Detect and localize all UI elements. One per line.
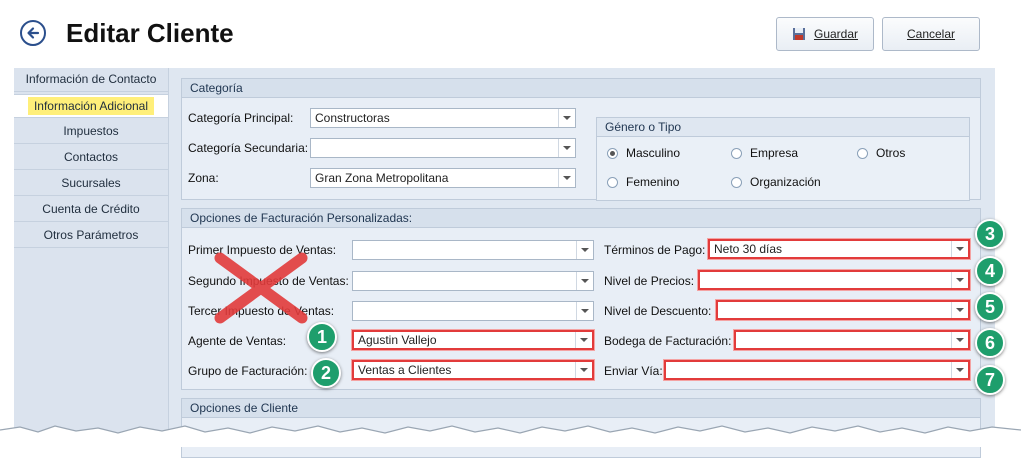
price-level-label: Nivel de Precios: — [604, 274, 695, 288]
callout-badge-6: 6 — [975, 328, 1005, 358]
billing-warehouse-label: Bodega de Facturación: — [604, 334, 732, 348]
chevron-down-icon[interactable] — [951, 302, 968, 318]
radio-icon — [857, 147, 868, 159]
payment-terms-select[interactable]: Neto 30 días — [708, 239, 970, 259]
chevron-down-icon[interactable] — [576, 241, 593, 259]
first-tax-label: Primer Impuesto de Ventas: — [188, 243, 337, 257]
sidebar-item-taxes[interactable]: Impuestos — [14, 120, 168, 144]
sidebar-item-branches[interactable]: Sucursales — [14, 172, 168, 196]
save-button[interactable]: Guardar — [776, 17, 874, 51]
second-tax-label: Segundo Impuesto de Ventas: — [188, 274, 349, 288]
radio-label: Organización — [750, 175, 821, 189]
main-category-select[interactable]: Constructoras — [310, 108, 576, 128]
sidebar: Información de Contacto Información Adic… — [14, 68, 168, 447]
main-category-label: Categoría Principal: — [188, 111, 294, 125]
main-category-value: Constructoras — [315, 111, 390, 125]
chevron-down-icon[interactable] — [951, 241, 968, 257]
radio-icon — [607, 176, 618, 188]
callout-badge-5: 5 — [975, 292, 1005, 322]
zone-label: Zona: — [188, 171, 219, 185]
billing-group-label: Grupo de Facturación: — [188, 364, 308, 378]
sales-agent-label: Agente de Ventas: — [188, 334, 287, 348]
sidebar-item-additional-info[interactable]: Información Adicional — [14, 94, 168, 118]
secondary-category-label: Categoría Secundaria: — [188, 141, 309, 155]
callout-badge-2: 2 — [311, 358, 341, 388]
callout-badge-7: 7 — [975, 365, 1005, 395]
radio-icon — [731, 147, 742, 159]
back-button[interactable] — [20, 20, 46, 46]
radio-organizacion[interactable]: Organización — [731, 175, 821, 189]
price-level-select[interactable] — [698, 270, 970, 290]
secondary-category-select[interactable] — [310, 138, 576, 158]
billing-options-heading: Opciones de Facturación Personalizadas: — [182, 209, 980, 228]
chevron-down-icon[interactable] — [558, 139, 575, 157]
chevron-down-icon[interactable] — [951, 362, 968, 378]
billing-options-group: Opciones de Facturación Personalizadas: … — [181, 208, 981, 390]
edit-client-window: Editar Cliente Guardar Cancelar Informac… — [0, 0, 1010, 458]
radio-masculino[interactable]: Masculino — [607, 146, 680, 160]
third-tax-select[interactable] — [352, 301, 594, 321]
chevron-down-icon[interactable] — [558, 109, 575, 127]
sidebar-item-other-params[interactable]: Otros Parámetros — [14, 224, 168, 248]
category-group: Categoría Categoría Principal: Construct… — [181, 78, 981, 201]
radio-label: Otros — [876, 146, 906, 160]
payment-terms-value: Neto 30 días — [714, 242, 783, 256]
arrow-left-icon — [27, 27, 40, 39]
gender-type-heading: Género o Tipo — [597, 118, 969, 137]
ship-via-select[interactable] — [664, 360, 970, 380]
third-tax-label: Tercer Impuesto de Ventas: — [188, 304, 335, 318]
callout-badge-3: 3 — [975, 219, 1005, 249]
discount-level-select[interactable] — [716, 300, 970, 320]
payment-terms-label: Términos de Pago: — [604, 243, 706, 257]
chevron-down-icon[interactable] — [951, 332, 968, 348]
zone-select[interactable]: Gran Zona Metropolitana — [310, 168, 576, 188]
ship-via-label: Enviar Vía: — [604, 364, 663, 378]
radio-label: Masculino — [626, 146, 681, 160]
save-icon — [792, 28, 805, 40]
radio-otros[interactable]: Otros — [857, 146, 905, 160]
second-tax-select[interactable] — [352, 271, 594, 291]
radio-label: Empresa — [750, 146, 799, 160]
gender-type-group: Género o Tipo Masculino Empresa Otros Fe… — [596, 117, 970, 201]
callout-badge-4: 4 — [975, 256, 1005, 286]
content-panel: Categoría Categoría Principal: Construct… — [168, 68, 995, 458]
chevron-down-icon[interactable] — [576, 302, 593, 320]
sales-agent-value: Agustin Vallejo — [358, 333, 437, 347]
sidebar-item-contact-info[interactable]: Información de Contacto — [14, 68, 168, 92]
radio-icon — [731, 176, 742, 188]
chevron-down-icon[interactable] — [576, 272, 593, 290]
page-title: Editar Cliente — [66, 18, 234, 48]
radio-selected-icon — [607, 147, 618, 159]
sidebar-item-credit-account[interactable]: Cuenta de Crédito — [14, 198, 168, 222]
save-button-label: Guardar — [813, 27, 859, 41]
radio-femenino[interactable]: Femenino — [607, 175, 679, 189]
category-heading: Categoría — [182, 79, 980, 98]
billing-warehouse-select[interactable] — [734, 330, 970, 350]
first-tax-select[interactable] — [352, 240, 594, 260]
radio-label: Femenino — [626, 175, 680, 189]
sidebar-item-contacts[interactable]: Contactos — [14, 146, 168, 170]
chevron-down-icon[interactable] — [575, 362, 592, 378]
billing-group-select[interactable]: Ventas a Clientes — [352, 360, 594, 380]
sales-agent-select[interactable]: Agustin Vallejo — [352, 330, 594, 350]
discount-level-label: Nivel de Descuento: — [604, 304, 712, 318]
chevron-down-icon[interactable] — [558, 169, 575, 187]
callout-badge-1: 1 — [307, 322, 337, 352]
radio-empresa[interactable]: Empresa — [731, 146, 798, 160]
billing-group-value: Ventas a Clientes — [358, 363, 452, 377]
zone-value: Gran Zona Metropolitana — [315, 171, 449, 185]
cancel-button[interactable]: Cancelar — [882, 17, 980, 51]
customer-options-heading: Opciones de Cliente — [182, 399, 980, 418]
chevron-down-icon[interactable] — [575, 332, 592, 348]
chevron-down-icon[interactable] — [951, 272, 968, 288]
customer-options-group: Opciones de Cliente — [181, 398, 981, 458]
